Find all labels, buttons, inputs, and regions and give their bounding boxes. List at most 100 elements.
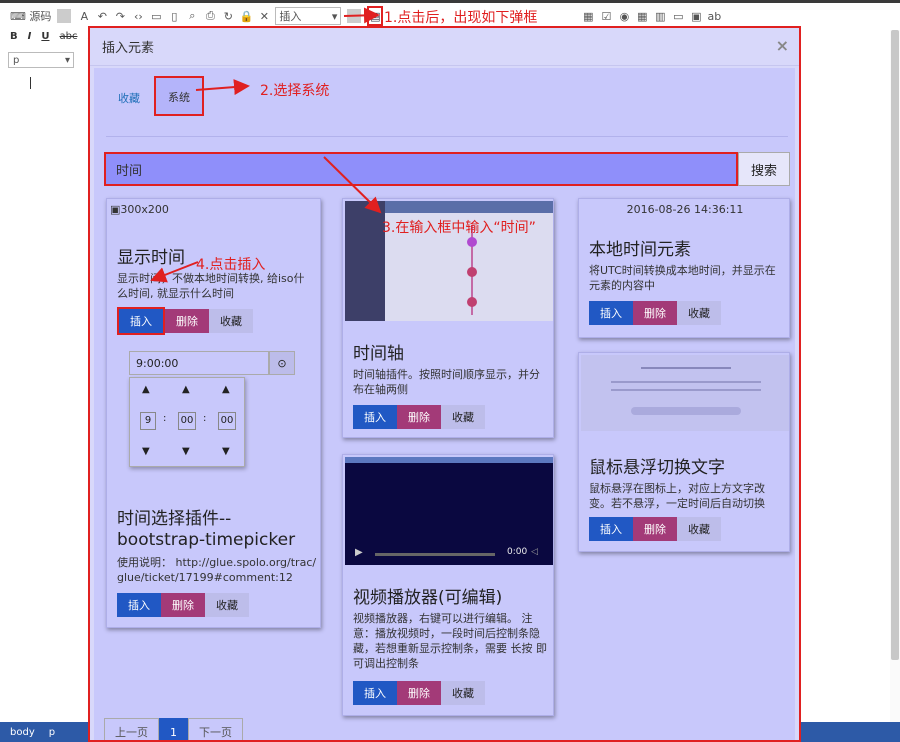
card-title: 鼠标悬浮切换文字	[589, 458, 725, 478]
insert-button[interactable]: 插入	[353, 405, 397, 429]
volume-icon[interactable]: ◁	[531, 547, 538, 557]
insert-button[interactable]: 插入	[589, 301, 633, 325]
card-actions: 插入 删除 收藏	[117, 593, 249, 617]
time-input[interactable]: 9:00:00	[129, 351, 269, 375]
strike-button[interactable]: abc	[59, 31, 77, 42]
format-select[interactable]: p ▾	[8, 52, 74, 68]
card-description: 视频播放器，右键可以进行编辑。 注意：播放视频时，一段时间后控制条隐藏，若想重新…	[353, 612, 547, 670]
delete-button[interactable]: 删除	[165, 309, 209, 333]
chevron-up-icon[interactable]: ▲	[222, 384, 230, 395]
preview-header	[385, 201, 553, 213]
favorite-button[interactable]: 收藏	[205, 593, 249, 617]
new-doc-icon[interactable]: ▯	[167, 7, 181, 25]
card-actions: 插入 删除 收藏	[589, 517, 721, 541]
annotation-step-1: 1.点击后，出现如下弹框	[384, 10, 538, 26]
image-alt-text: 300x200	[120, 203, 169, 216]
undo-icon[interactable]: ↶	[95, 7, 109, 25]
delete-button[interactable]: 删除	[161, 593, 205, 617]
text-field-icon[interactable]: ab	[707, 7, 722, 25]
code-icon[interactable]: ‹›	[131, 7, 145, 25]
field-icon[interactable]: ▭	[671, 7, 685, 25]
dialog-title: 插入元素	[102, 41, 155, 56]
next-page-button[interactable]: 下一页	[188, 718, 243, 740]
card-title: 时间选择插件--bootstrap-timepicker	[117, 509, 296, 550]
second-field[interactable]: 00	[218, 412, 236, 430]
pagination: 上一页 1 下一页	[104, 718, 243, 740]
checkbox-icon[interactable]: ☑	[599, 7, 613, 25]
page-1-button[interactable]: 1	[159, 718, 188, 740]
hour-field[interactable]: 9	[140, 412, 156, 430]
save-icon[interactable]: ▭	[149, 7, 163, 25]
insert-button[interactable]: 插入	[117, 307, 165, 335]
insert-element-button[interactable]: ▤	[367, 6, 384, 26]
preview-text-line	[611, 381, 761, 383]
card-image-placeholder: ▣300x200	[110, 203, 169, 216]
layout-icon[interactable]: ▥	[653, 7, 667, 25]
search-input[interactable]: 时间	[104, 152, 738, 186]
favorite-button[interactable]: 收藏	[441, 405, 485, 429]
favorite-button[interactable]: 收藏	[441, 681, 485, 705]
search-button[interactable]: 搜索	[738, 152, 790, 186]
minute-field[interactable]: 00	[178, 412, 196, 430]
grid-icon[interactable]: ▦	[635, 7, 649, 25]
preview-sidebar	[345, 201, 385, 321]
scrollbar-thumb[interactable]	[891, 30, 899, 660]
insert-element-dialog: 插入元素 × 收藏 系统 时间 搜索 ▣300x200 显示时间 显示时间，不做…	[88, 26, 801, 742]
annotation-step-2: 2.选择系统	[260, 83, 330, 99]
chevron-up-icon[interactable]: ▲	[142, 384, 150, 395]
close-icon[interactable]: ×	[776, 36, 789, 55]
format-select-value: p	[13, 54, 20, 66]
clock-icon[interactable]: ⊙	[269, 351, 295, 375]
chevron-down-icon[interactable]: ▼	[142, 446, 150, 457]
chevron-down-icon[interactable]: ▼	[182, 446, 190, 457]
chevron-down-icon: ▾	[64, 54, 70, 66]
card-title: 显示时间	[117, 248, 185, 268]
underline-button[interactable]: U	[41, 31, 49, 42]
card-actions: 插入 删除 收藏	[589, 301, 721, 325]
bold-button[interactable]: B	[10, 31, 18, 42]
delete-button[interactable]: 删除	[633, 301, 677, 325]
status-body[interactable]: body	[10, 727, 35, 738]
print-icon[interactable]: ⎙	[203, 7, 217, 25]
status-p[interactable]: p	[49, 727, 55, 738]
image-icon[interactable]: ▣	[689, 7, 703, 25]
chevron-down-icon[interactable]: ▼	[222, 446, 230, 457]
play-icon[interactable]: ▶	[355, 547, 363, 558]
refresh-icon[interactable]: ↻	[221, 7, 235, 25]
source-button[interactable]: ⌨ 源码	[10, 7, 51, 25]
chevron-up-icon[interactable]: ▲	[182, 384, 190, 395]
time-input-group: 9:00:00 ⊙	[129, 351, 295, 375]
preview-icon-row	[631, 407, 741, 415]
prev-page-button[interactable]: 上一页	[104, 718, 159, 740]
close-icon[interactable]: ✕	[257, 7, 271, 25]
source-label: 源码	[29, 10, 52, 23]
toolbar-divider	[57, 9, 72, 23]
element-card-local-time: 2016-08-26 14:36:11 本地时间元素 将UTC时间转换成本地时间…	[578, 198, 790, 338]
preview-icon[interactable]: ⌕	[185, 7, 199, 25]
redo-icon[interactable]: ↷	[113, 7, 127, 25]
video-progress-bar[interactable]	[375, 553, 495, 556]
insert-select-label: 插入	[279, 10, 302, 23]
favorite-button[interactable]: 收藏	[677, 301, 721, 325]
insert-select[interactable]: 插入 ▾	[275, 7, 342, 25]
favorite-button[interactable]: 收藏	[677, 517, 721, 541]
paste-icon[interactable]: A	[77, 7, 91, 25]
radio-icon[interactable]: ◉	[617, 7, 631, 25]
preview-text-line	[611, 389, 761, 391]
delete-button[interactable]: 删除	[397, 681, 441, 705]
delete-button[interactable]: 删除	[633, 517, 677, 541]
tab-system[interactable]: 系统	[154, 76, 204, 116]
insert-button[interactable]: 插入	[117, 593, 161, 617]
delete-button[interactable]: 删除	[397, 405, 441, 429]
insert-button[interactable]: 插入	[589, 517, 633, 541]
insert-button[interactable]: 插入	[353, 681, 397, 705]
table-icon[interactable]: ▦	[581, 7, 595, 25]
video-time: 0:00	[507, 547, 528, 557]
time-separator: :	[203, 413, 207, 424]
lock-icon[interactable]: 🔒	[239, 7, 254, 25]
timepicker-dropdown: ▲ ▲ ▲ 9 : 00 : 00 ▼ ▼ ▼	[129, 377, 245, 467]
tab-favorites[interactable]: 收藏	[106, 80, 152, 116]
favorite-button[interactable]: 收藏	[209, 309, 253, 333]
italic-button[interactable]: I	[28, 31, 32, 42]
search-bar: 时间 搜索	[104, 152, 790, 186]
